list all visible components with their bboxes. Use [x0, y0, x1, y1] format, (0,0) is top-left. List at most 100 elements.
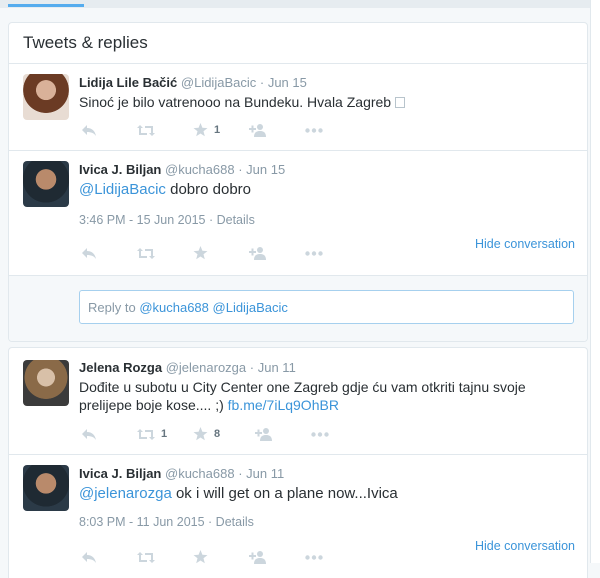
reply-area: Reply to @kucha688 @LidijaBacic	[9, 275, 587, 341]
reply-icon	[82, 428, 96, 440]
retweet-icon	[137, 124, 155, 136]
tweet-timestamp: 8:03 PM - 11 Jun 2015	[79, 515, 205, 529]
tweet-mention[interactable]: @jelenarozga	[79, 485, 172, 502]
more-action[interactable]	[305, 250, 361, 256]
retweet-icon	[137, 428, 155, 440]
top-navigation-strip	[0, 0, 600, 8]
tweet-dot: ·	[259, 75, 265, 90]
tweets-module-2: Jelena Rozga @jelenarozga · Jun 11 Dođit…	[8, 347, 588, 578]
retweet-icon	[137, 247, 155, 259]
tweet-ivica-2[interactable]: Ivica J. Biljan @kucha688 · Jun 11 @jele…	[9, 454, 587, 578]
like-action[interactable]	[193, 550, 249, 564]
like-action[interactable]: 8	[193, 427, 255, 441]
more-action[interactable]	[311, 431, 367, 437]
more-icon	[305, 554, 323, 560]
tweet-meta: 3:46 PM - 15 Jun 2015 · Details	[79, 213, 255, 227]
retweet-action[interactable]: 1	[137, 428, 193, 441]
details-link[interactable]: Details	[216, 515, 254, 529]
like-action[interactable]	[193, 246, 249, 260]
more-icon	[311, 431, 329, 437]
retweet-icon	[137, 551, 155, 563]
star-icon	[193, 246, 208, 260]
tweet-actions: 1 8	[81, 426, 367, 442]
reply-prefix: Reply to	[88, 300, 140, 315]
tweet-text-container: Dođite u subotu u City Center one Zagreb…	[79, 378, 573, 414]
hide-conversation-link[interactable]: Hide conversation	[475, 539, 575, 553]
tweet-lidija[interactable]: Lidija Lile Bačić @LidijaBacic · Jun 15 …	[9, 64, 587, 150]
tweet-mention[interactable]: @LidijaBacic	[79, 181, 166, 198]
tweet-time[interactable]: Jun 15	[268, 75, 307, 90]
tweet-meta: 8:03 PM - 11 Jun 2015 · Details	[79, 515, 254, 529]
add-user-icon	[249, 551, 266, 564]
tweet-author-handle[interactable]: @kucha688	[165, 162, 235, 177]
tweet-author-handle[interactable]: @LidijaBacic	[181, 75, 256, 90]
tweet-author-handle[interactable]: @kucha688	[165, 466, 235, 481]
more-action[interactable]	[305, 554, 361, 560]
follow-action[interactable]	[255, 427, 311, 441]
more-icon	[305, 250, 323, 256]
tweet-text-container: @jelenarozga ok i will get on a plane no…	[79, 484, 573, 504]
tweet-timestamp: 3:46 PM - 15 Jun 2015	[79, 213, 206, 227]
reply-mention-1: @kucha688	[139, 300, 209, 315]
star-icon	[193, 550, 208, 564]
reply-action[interactable]	[81, 428, 137, 441]
retweet-action[interactable]	[137, 247, 193, 260]
reply-icon	[82, 247, 96, 259]
add-user-icon	[249, 247, 266, 260]
tweet-text-container: Sinoć je bilo vatrenooo na Bundeku. Hval…	[79, 93, 573, 111]
tweet-jelena[interactable]: Jelena Rozga @jelenarozga · Jun 11 Dođit…	[9, 348, 587, 454]
follow-action[interactable]	[249, 246, 305, 260]
emoji-box-icon	[395, 97, 406, 108]
reply-input[interactable]: Reply to @kucha688 @LidijaBacic	[79, 290, 574, 324]
tweet-time[interactable]: Jun 11	[258, 360, 296, 375]
retweet-action[interactable]	[137, 124, 193, 137]
like-count: 8	[214, 428, 221, 440]
tweet-author-name[interactable]: Lidija Lile Bačić	[79, 75, 177, 90]
tweet-text: ok i will get on a plane now...Ivica	[171, 485, 398, 502]
details-link[interactable]: Details	[217, 213, 255, 227]
add-user-icon	[255, 428, 272, 441]
tweet-dot: ·	[238, 466, 243, 481]
follow-action[interactable]	[249, 550, 305, 564]
reply-action[interactable]	[81, 247, 137, 260]
reply-action[interactable]	[81, 551, 137, 564]
right-column-edge	[590, 0, 600, 563]
retweet-count: 1	[161, 428, 168, 440]
avatar[interactable]	[23, 161, 69, 207]
tweet-author-name[interactable]: Jelena Rozga	[79, 360, 162, 375]
tweet-time[interactable]: Jun 11	[246, 466, 284, 481]
tweet-actions	[81, 245, 361, 261]
tweets-module: Tweets & replies Lidija Lile Bačić @Lidi…	[8, 22, 588, 342]
retweet-action[interactable]	[137, 551, 193, 564]
tweet-text-container: @LidijaBacic dobro dobro	[79, 180, 573, 200]
tweet-author-handle[interactable]: @jelenarozga	[166, 360, 246, 375]
follow-action[interactable]	[249, 123, 305, 137]
tweet-actions: 1	[81, 122, 361, 138]
tweet-link[interactable]: fb.me/7iLq9OhBR	[228, 397, 339, 413]
avatar[interactable]	[23, 465, 69, 511]
more-action[interactable]	[305, 127, 361, 133]
star-icon	[193, 123, 208, 137]
reply-mention-2: @LidijaBacic	[212, 300, 288, 315]
module-title: Tweets & replies	[9, 23, 587, 64]
active-tab-indicator	[8, 4, 84, 7]
reply-icon	[82, 124, 96, 136]
tweet-author-name[interactable]: Ivica J. Biljan	[79, 466, 161, 481]
hide-conversation-link[interactable]: Hide conversation	[475, 237, 575, 251]
tweet-dot: ·	[249, 360, 255, 375]
like-action[interactable]: 1	[193, 123, 249, 137]
tweet-time[interactable]: Jun 15	[246, 162, 285, 177]
more-icon	[305, 127, 323, 133]
tweet-text: dobro dobro	[165, 181, 252, 198]
tweet-author-name[interactable]: Ivica J. Biljan	[79, 162, 161, 177]
add-user-icon	[249, 124, 266, 137]
reply-icon	[82, 551, 96, 563]
reply-action[interactable]	[81, 124, 137, 137]
star-icon	[193, 427, 208, 441]
avatar[interactable]	[23, 74, 69, 120]
tweet-ivica-1[interactable]: Ivica J. Biljan @kucha688 · Jun 15 @Lidi…	[9, 150, 587, 341]
tweet-dot: ·	[238, 162, 243, 177]
avatar[interactable]	[23, 360, 69, 406]
tweet-text: Sinoć je bilo vatrenooo na Bundeku. Hval…	[79, 94, 392, 110]
like-count: 1	[214, 124, 221, 136]
